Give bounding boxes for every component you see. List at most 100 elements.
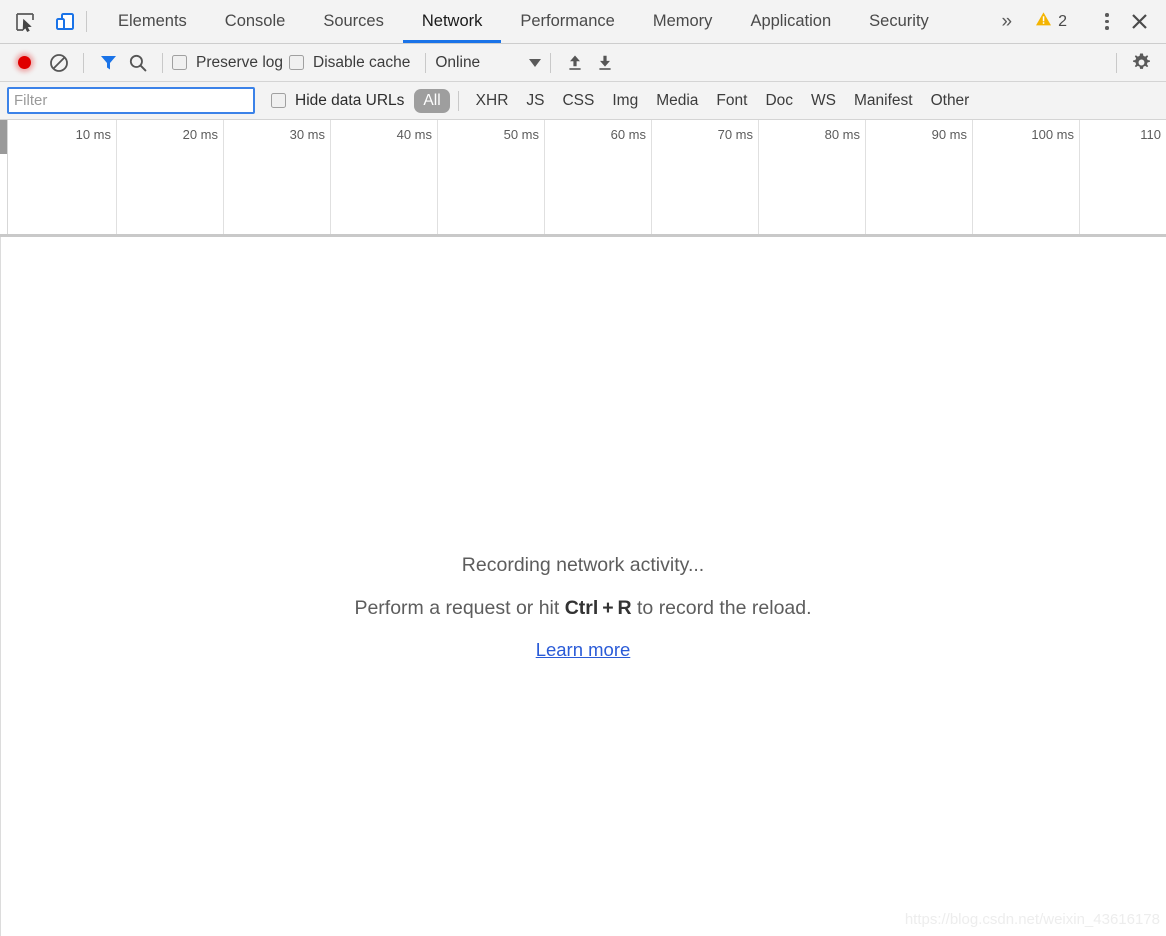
tab-label: Security [869, 12, 929, 30]
type-filter-label: CSS [562, 91, 595, 109]
type-filter-js[interactable]: JS [517, 89, 553, 113]
export-har-icon[interactable] [590, 49, 620, 77]
kebab-menu-icon[interactable] [1094, 7, 1120, 37]
timeline-tick: 90 ms [866, 120, 973, 234]
type-filter-all[interactable]: All [414, 88, 450, 113]
timeline-tick-label: 30 ms [289, 127, 325, 142]
tab-performance[interactable]: Performance [501, 0, 633, 43]
network-filterbar: Hide data URLs All XHR JS CSS Img Media … [0, 82, 1166, 120]
timeline-tick: 30 ms [224, 120, 331, 234]
type-filter-doc[interactable]: Doc [756, 89, 802, 113]
import-har-icon[interactable] [560, 49, 590, 77]
timeline-tick: 40 ms [331, 120, 438, 234]
checkbox-box [289, 55, 305, 70]
timeline-ruler: 10 ms 20 ms 30 ms 40 ms 50 ms 60 ms 70 m… [7, 120, 1166, 234]
more-tabs-icon[interactable]: » [990, 11, 1024, 33]
type-filter-label: XHR [475, 91, 509, 109]
tabs-list: Elements Console Sources Network Perform… [99, 0, 948, 43]
tab-application[interactable]: Application [731, 0, 850, 43]
network-overview[interactable]: 10 ms 20 ms 30 ms 40 ms 50 ms 60 ms 70 m… [0, 120, 1166, 237]
learn-more-wrapper: Learn more [0, 639, 1166, 661]
disable-cache-label: Disable cache [313, 53, 411, 71]
device-toolbar-icon[interactable] [50, 7, 80, 37]
throttling-value: Online [435, 53, 481, 71]
overview-left-border [7, 120, 8, 234]
tabbar-divider [86, 11, 87, 32]
type-filter-label: Doc [765, 91, 794, 109]
timeline-tick-label: 70 ms [717, 127, 753, 142]
empty-subtitle: Perform a request or hit Ctrl + R to rec… [0, 597, 1166, 620]
timeline-tick-label: 100 ms [1031, 127, 1074, 142]
timeline-tick-label: 80 ms [824, 127, 860, 142]
toolbar-divider-5 [1116, 52, 1117, 73]
timeline-tick: 100 ms [973, 120, 1080, 234]
timeline-tick-label: 90 ms [931, 127, 967, 142]
filter-input[interactable] [7, 87, 255, 114]
tab-sources[interactable]: Sources [304, 0, 403, 43]
status-badge[interactable]: 2 [1025, 11, 1077, 32]
tab-elements[interactable]: Elements [99, 0, 206, 43]
devtools-window: Elements Console Sources Network Perform… [0, 0, 1166, 936]
throttling-select[interactable]: Online [435, 53, 542, 72]
timeline-tick-label: 10 ms [75, 127, 111, 142]
hide-data-urls-label: Hide data URLs [295, 91, 405, 109]
learn-more-link[interactable]: Learn more [536, 639, 631, 660]
tab-security[interactable]: Security [850, 0, 948, 43]
type-filter-manifest[interactable]: Manifest [845, 89, 922, 113]
tab-memory[interactable]: Memory [634, 0, 732, 43]
disable-cache-checkbox[interactable]: Disable cache [289, 54, 410, 72]
toolbar-right-controls [1107, 49, 1156, 77]
type-filter-media[interactable]: Media [647, 89, 707, 113]
tab-label: Console [224, 12, 286, 30]
tab-label: Network [421, 12, 483, 30]
kebab-dot [1105, 26, 1109, 30]
type-filter-other[interactable]: Other [922, 89, 979, 113]
devtools-tabbar: Elements Console Sources Network Perform… [0, 0, 1166, 44]
tab-label: Application [750, 12, 832, 30]
type-filter-ws[interactable]: WS [802, 89, 845, 113]
timeline-tick: 10 ms [7, 120, 117, 234]
close-icon[interactable] [1122, 6, 1156, 38]
type-filter-css[interactable]: CSS [553, 89, 603, 113]
timeline-tick-label: 40 ms [396, 127, 432, 142]
timeline-tick: 60 ms [545, 120, 652, 234]
tab-network[interactable]: Network [402, 0, 502, 43]
type-filter-font[interactable]: Font [707, 89, 756, 113]
empty-subtitle-pre: Perform a request or hit [354, 597, 565, 619]
kebab-dot [1105, 19, 1109, 24]
type-filter-label: Media [656, 91, 699, 109]
checkbox-box [172, 55, 187, 70]
empty-title: Recording network activity... [461, 554, 705, 576]
timeline-tick-label: 110 [1140, 127, 1161, 142]
gear-icon[interactable] [1126, 49, 1156, 77]
tabbar-right-controls: » 2 [990, 0, 1166, 43]
record-button[interactable] [10, 49, 38, 77]
warning-triangle-icon [1035, 11, 1052, 32]
toolbar-divider-4 [550, 52, 552, 73]
inspect-element-icon[interactable] [10, 7, 40, 37]
warning-count: 2 [1058, 12, 1067, 30]
timeline-tick: 70 ms [652, 120, 759, 234]
shortcut-key: Ctrl + R [564, 597, 632, 619]
timeline-tick-label: 20 ms [182, 127, 218, 142]
type-filter-label: Font [716, 91, 748, 109]
type-filter-label: JS [526, 91, 545, 109]
filter-divider [457, 90, 459, 111]
resource-type-filters: All XHR JS CSS Img Media Font Doc WS Man… [414, 88, 979, 113]
network-toolbar: Preserve log Disable cache Online [0, 44, 1166, 82]
type-filter-label: WS [811, 91, 836, 109]
kebab-dot [1105, 13, 1109, 17]
search-icon[interactable] [123, 49, 153, 77]
empty-message: Recording network activity... Perform a … [0, 554, 1166, 661]
preserve-log-checkbox[interactable]: Preserve log [172, 54, 283, 72]
type-filter-xhr[interactable]: XHR [467, 89, 518, 113]
clear-button[interactable] [44, 49, 74, 77]
type-filter-label: Img [612, 91, 639, 109]
overview-resize-grip[interactable] [0, 120, 7, 154]
preserve-log-label: Preserve log [196, 53, 284, 71]
timeline-tick-label: 60 ms [610, 127, 646, 142]
hide-data-urls-checkbox[interactable]: Hide data URLs [271, 92, 404, 110]
type-filter-img[interactable]: Img [603, 89, 647, 113]
filter-toggle-icon[interactable] [93, 49, 123, 77]
tab-console[interactable]: Console [206, 0, 305, 43]
